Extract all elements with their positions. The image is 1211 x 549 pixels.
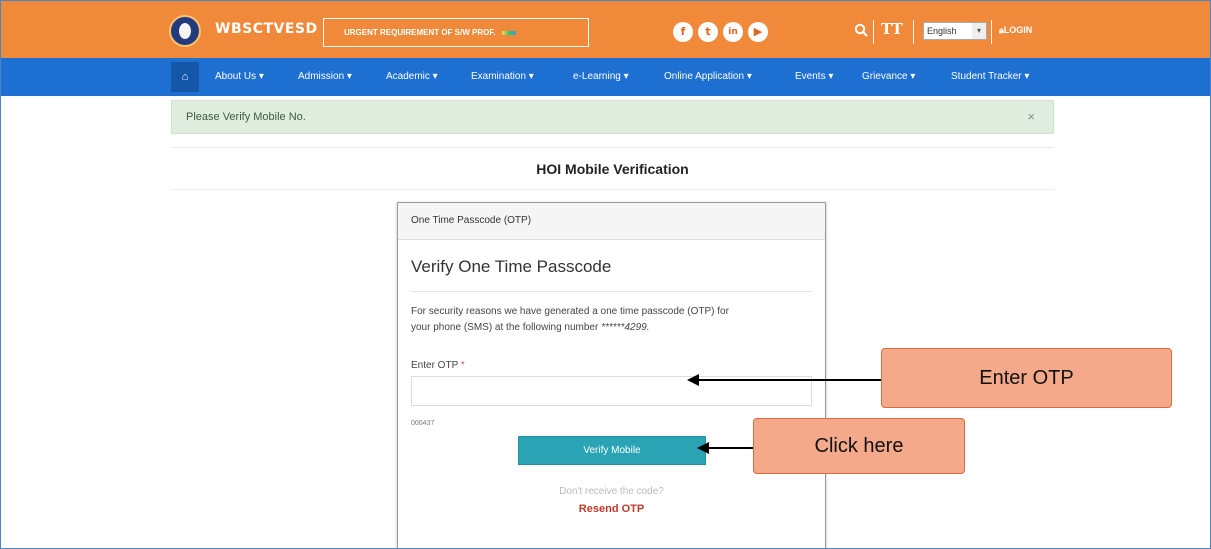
otp-label: Enter OTP *	[411, 360, 465, 371]
news-ticker[interactable]: URGENT REQUIREMENT OF S/W PROF.	[323, 18, 589, 47]
card-header-label: One Time Passcode (OTP)	[411, 215, 532, 226]
page-title: HOI Mobile Verification	[536, 161, 689, 177]
nav-item-examination[interactable]: Examination ▾	[471, 71, 534, 82]
nav-item-about-us[interactable]: About Us ▾	[215, 71, 264, 82]
nav-item-e-learning[interactable]: e-Learning ▾	[573, 71, 629, 82]
arrow-line	[697, 379, 881, 381]
divider	[171, 147, 1054, 148]
header-divider	[913, 20, 914, 44]
verify-mobile-button[interactable]: Verify Mobile	[518, 436, 706, 465]
close-icon[interactable]: ×	[1027, 109, 1035, 124]
nav-item-student-tracker[interactable]: Student Tracker ▾	[951, 71, 1029, 82]
logo-icon[interactable]	[169, 15, 201, 47]
resend-otp-link[interactable]: Resend OTP	[398, 503, 825, 515]
masked-phone-number: ******4299.	[601, 322, 650, 333]
language-value: English	[927, 26, 957, 36]
card-divider	[411, 291, 812, 292]
login-link[interactable]: 🔒︎LOGIN	[999, 25, 1032, 36]
description-line2: your phone (SMS) at the following number	[411, 322, 599, 333]
login-label: LOGIN	[1003, 25, 1033, 35]
new-flash-icon	[501, 30, 516, 35]
youtube-icon[interactable]: ▶	[748, 22, 768, 42]
nav-item-events[interactable]: Events ▾	[795, 71, 833, 82]
card-header: One Time Passcode (OTP)	[398, 203, 825, 240]
arrow-line	[707, 447, 753, 449]
redacted-otp-hint: 000437	[401, 417, 463, 431]
chevron-down-icon: ▾	[972, 23, 986, 39]
top-header-bar: WBSCTVESD URGENT REQUIREMENT OF S/W PROF…	[1, 1, 1210, 58]
divider	[171, 189, 1054, 190]
brand-name[interactable]: WBSCTVESD	[215, 21, 318, 37]
header-divider	[873, 20, 874, 44]
description-line1: For security reasons we have generated a…	[411, 306, 729, 317]
text-size-icon[interactable]: TT	[881, 20, 903, 38]
language-select[interactable]: English ▾	[923, 22, 987, 40]
header-divider	[991, 20, 992, 44]
nav-item-online-application[interactable]: Online Application ▾	[664, 71, 752, 82]
nav-item-admission[interactable]: Admission ▾	[298, 71, 352, 82]
enter-otp-callout: Enter OTP	[881, 348, 1172, 408]
otp-description: For security reasons we have generated a…	[411, 304, 816, 336]
verify-alert: Please Verify Mobile No. ×	[171, 100, 1054, 134]
nav-item-grievance[interactable]: Grievance ▾	[862, 71, 915, 82]
card-title: Verify One Time Passcode	[411, 257, 612, 276]
click-here-callout: Click here	[753, 418, 965, 474]
ticker-text: URGENT REQUIREMENT OF S/W PROF.	[344, 28, 496, 37]
alert-message: Please Verify Mobile No.	[186, 111, 306, 123]
twitter-icon[interactable]: t	[698, 22, 718, 42]
facebook-icon[interactable]: f	[673, 22, 693, 42]
nav-item-academic[interactable]: Academic ▾	[386, 71, 438, 82]
required-mark: *	[460, 360, 465, 371]
search-icon[interactable]	[854, 23, 868, 37]
no-code-text: Don't receive the code?	[559, 486, 664, 497]
otp-card: One Time Passcode (OTP) Verify One Time …	[397, 202, 826, 548]
linkedin-icon[interactable]: in	[723, 22, 743, 42]
home-icon[interactable]: ⌂	[171, 62, 199, 92]
page-frame: WBSCTVESD URGENT REQUIREMENT OF S/W PROF…	[0, 0, 1211, 549]
